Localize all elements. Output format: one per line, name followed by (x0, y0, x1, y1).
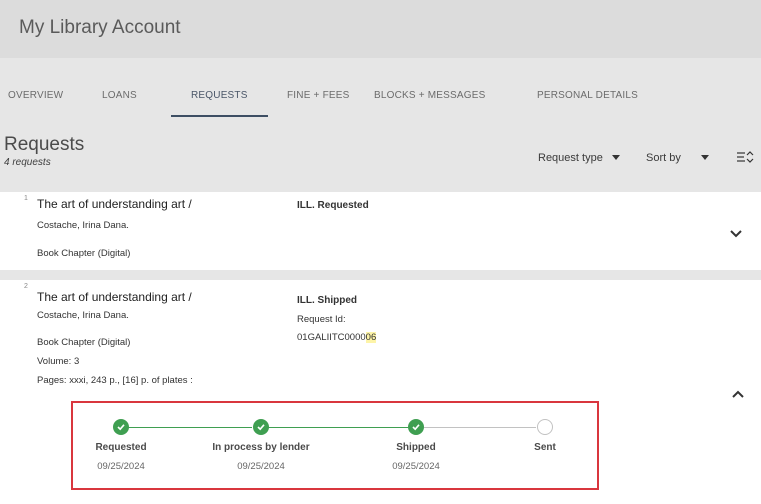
request-id-label: Request Id: (297, 314, 346, 325)
request-id-highlight: 06 (365, 332, 377, 343)
active-tab-indicator (171, 115, 268, 117)
tab-bar: OVERVIEW LOANS REQUESTS FINE + FEES BLOC… (0, 58, 761, 120)
request-title[interactable]: The art of understanding art / (37, 290, 192, 304)
step-shipped-check-icon (408, 419, 424, 435)
chevron-up-icon[interactable] (732, 390, 744, 398)
progress-line-2 (268, 427, 408, 428)
request-id-prefix: 01GALIITC0000 (297, 332, 366, 343)
request-index: 1 (24, 195, 28, 202)
step-label-shipped: Shipped (396, 442, 436, 453)
request-pages: Pages: xxxi, 243 p., [16] p. of plates : (37, 375, 193, 386)
request-index: 2 (24, 283, 28, 290)
step-date-in-process: 09/25/2024 (237, 461, 285, 472)
tab-requests[interactable]: REQUESTS (191, 90, 248, 101)
step-date-requested: 09/25/2024 (97, 461, 145, 472)
progress-line-1 (128, 427, 252, 428)
request-author: Costache, Irina Dana. (37, 310, 129, 321)
request-type-dropdown[interactable]: Request type (538, 152, 603, 164)
request-status: ILL. Requested (297, 200, 369, 211)
request-format: Book Chapter (Digital) (37, 248, 131, 259)
step-in-process-check-icon (253, 419, 269, 435)
requests-count: 4 requests (4, 157, 51, 168)
step-date-shipped: 09/25/2024 (392, 461, 440, 472)
request-status: ILL. Shipped (297, 295, 357, 306)
chevron-down-icon[interactable] (730, 230, 742, 238)
sort-by-caret-icon[interactable] (701, 155, 709, 160)
tab-blocks-messages[interactable]: BLOCKS + MESSAGES (374, 90, 486, 101)
tab-fine-fees[interactable]: FINE + FEES (287, 90, 350, 101)
request-title[interactable]: The art of understanding art / (37, 197, 192, 211)
request-type-caret-icon[interactable] (612, 155, 620, 160)
step-requested-check-icon (113, 419, 129, 435)
tab-personal-details[interactable]: PERSONAL DETAILS (537, 90, 638, 101)
request-format: Book Chapter (Digital) (37, 337, 131, 348)
sort-by-dropdown[interactable]: Sort by (646, 152, 681, 164)
step-label-requested: Requested (95, 442, 147, 453)
request-id-value: 01GALIITC000006 (297, 332, 377, 343)
tab-overview[interactable]: OVERVIEW (8, 90, 63, 101)
sort-order-icon[interactable] (736, 150, 754, 164)
requests-title: Requests (4, 134, 85, 155)
request-volume: Volume: 3 (37, 356, 80, 367)
progress-line-3 (424, 427, 536, 428)
tab-loans[interactable]: LOANS (102, 90, 137, 101)
step-label-sent: Sent (534, 442, 556, 453)
request-author: Costache, Irina Dana. (37, 220, 129, 231)
page-title: My Library Account (19, 17, 181, 38)
step-sent-circle-icon (537, 419, 553, 435)
account-header: My Library Account (0, 0, 761, 58)
step-label-in-process: In process by lender (212, 442, 310, 453)
